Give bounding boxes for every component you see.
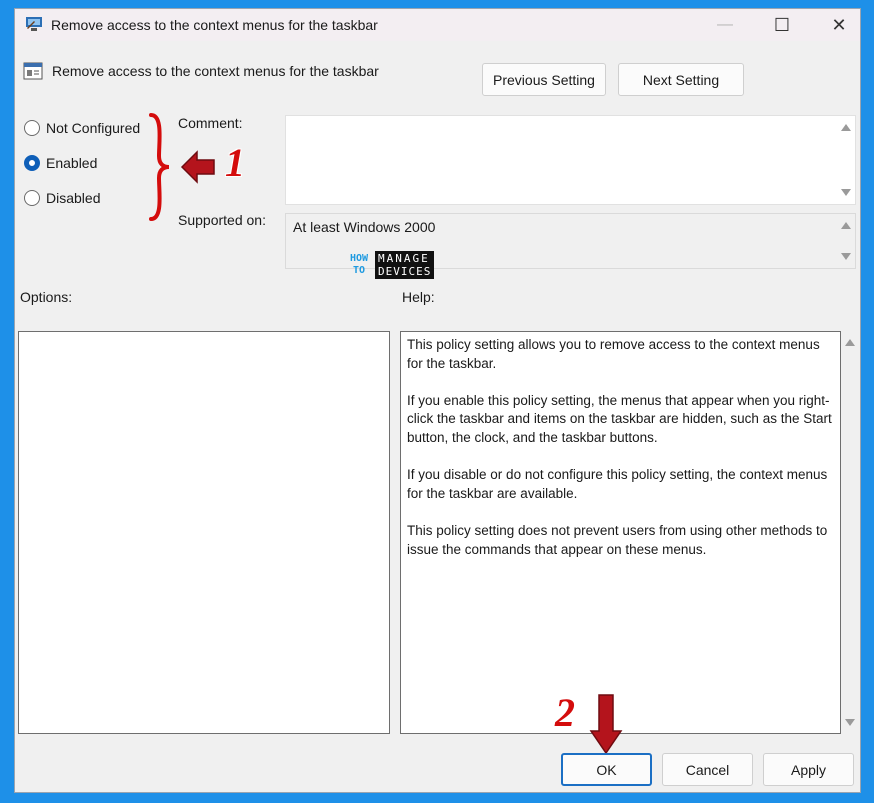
brace-annotation (149, 113, 170, 221)
scroll-down-icon[interactable] (841, 253, 851, 260)
minimize-icon: — (717, 16, 733, 33)
close-button[interactable]: ✕ (814, 9, 864, 41)
scroll-up-icon[interactable] (841, 222, 851, 229)
radio-circle-selected[interactable] (24, 155, 40, 171)
supported-scrollbar[interactable] (837, 214, 855, 268)
apply-button[interactable]: Apply (763, 753, 854, 786)
previous-setting-button[interactable]: Previous Setting (482, 63, 606, 96)
help-paragraph: If you enable this policy setting, the m… (407, 392, 832, 445)
next-setting-button[interactable]: Next Setting (618, 63, 744, 96)
radio-not-configured[interactable]: Not Configured (24, 120, 140, 136)
logo-manage: MANAGE (378, 252, 430, 265)
help-scrollbar[interactable] (841, 331, 859, 734)
close-icon: ✕ (831, 14, 847, 35)
radio-circle[interactable] (24, 120, 40, 136)
radio-disabled[interactable]: Disabled (24, 190, 100, 206)
arrow-left-icon (180, 150, 215, 184)
scroll-up-icon[interactable] (841, 124, 851, 131)
howto-manage-devices-logo: HOW TO MANAGE DEVICES (345, 247, 451, 283)
logo-devices: DEVICES (378, 265, 432, 278)
maximize-icon: ☐ (773, 14, 791, 35)
maximize-button[interactable]: ☐ (757, 9, 807, 41)
logo-to: TO (352, 265, 366, 276)
policy-app-icon (26, 17, 42, 31)
radio-label: Enabled (46, 155, 98, 171)
help-paragraph: If you disable or do not configure this … (407, 467, 828, 501)
annotation-number-1: 1 (225, 140, 245, 185)
annotation-number-2: 2 (555, 690, 575, 735)
supported-on-value: At least Windows 2000 (293, 219, 436, 235)
help-text: This policy setting allows you to remove… (407, 336, 835, 578)
scroll-down-icon[interactable] (845, 719, 855, 726)
supported-on-label: Supported on: (178, 212, 266, 228)
cancel-button[interactable]: Cancel (662, 753, 753, 786)
help-pane: This policy setting allows you to remove… (400, 331, 841, 734)
help-paragraph: This policy setting allows you to remove… (407, 337, 820, 371)
window-title: Remove access to the context menus for t… (51, 17, 378, 33)
radio-label: Not Configured (46, 120, 141, 136)
radio-label: Disabled (46, 190, 101, 206)
comment-textarea[interactable] (285, 115, 856, 205)
logo-how-to: HOW TO (345, 253, 373, 277)
minimize-button[interactable]: — (700, 9, 750, 41)
options-label: Options: (20, 289, 73, 305)
title-bar: Remove access to the context menus for t… (15, 9, 860, 41)
comment-scrollbar[interactable] (837, 116, 855, 204)
ok-button[interactable]: OK (561, 753, 652, 786)
comment-label: Comment: (178, 115, 243, 131)
radio-circle[interactable] (24, 190, 40, 206)
logo-manage-devices: MANAGE DEVICES (375, 251, 435, 279)
help-label: Help: (402, 289, 435, 305)
arrow-down-icon (589, 694, 623, 755)
policy-setting-icon (23, 62, 43, 80)
scroll-up-icon[interactable] (845, 339, 855, 346)
logo-how: HOW (349, 253, 369, 264)
help-paragraph: This policy setting does not prevent use… (407, 522, 828, 557)
policy-name: Remove access to the context menus for t… (52, 63, 379, 79)
radio-enabled[interactable]: Enabled (24, 155, 97, 171)
scroll-down-icon[interactable] (841, 189, 851, 196)
options-pane[interactable] (18, 331, 390, 734)
policy-dialog-window: Remove access to the context menus for t… (14, 8, 861, 793)
